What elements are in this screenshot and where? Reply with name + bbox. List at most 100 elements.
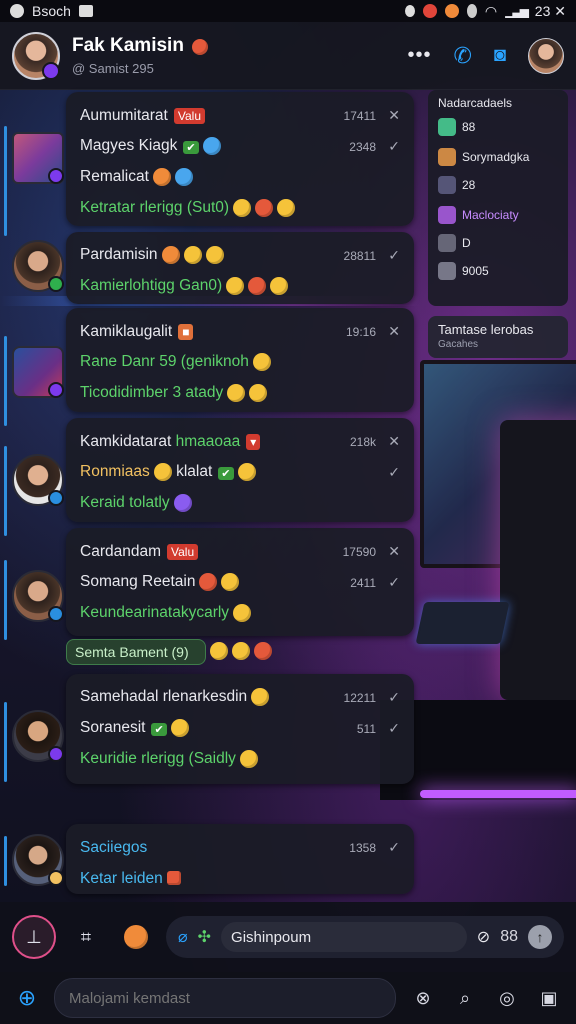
read-check-icon: ✓ [388, 720, 400, 736]
message-time: 28811 [343, 248, 376, 263]
contact-avatar[interactable] [12, 834, 64, 886]
contact-avatar[interactable] [12, 132, 64, 184]
chat-title[interactable]: Fak Kamisin [72, 35, 184, 56]
badge-icon [48, 746, 64, 762]
game-controller-icon[interactable]: ✣ [198, 927, 211, 947]
message-sender: Kamkidatarat [80, 432, 172, 450]
check-badge-icon: ✔ [183, 140, 199, 154]
message-bubble[interactable]: Saciiegos 1358 ✓ Ketar leiden [66, 824, 414, 894]
emoji-icon [210, 642, 228, 660]
side-popup-subtitle: Gacahes [438, 339, 479, 350]
read-check-icon: ✓ [388, 247, 400, 263]
gallery-icon[interactable]: ▣ [534, 983, 564, 1013]
check-badge-icon: ✔ [151, 722, 167, 736]
message-time: 511 [356, 721, 376, 736]
stats-icon[interactable]: ⊥ [12, 915, 56, 959]
message-bubble[interactable]: Pardamisin 28811 ✓ Kamierlohtigg Gan0) [66, 232, 414, 304]
message-text: Keuridie rlerigg (Saidly [80, 750, 236, 768]
side-panel-title: Nadarcadaels [438, 96, 513, 110]
emoji-icon [239, 750, 258, 769]
message-text: Magyes Kiagk [80, 137, 178, 155]
contact-avatar[interactable] [12, 240, 64, 292]
orange-badge-icon: ■ [178, 323, 194, 340]
status-right-text: 23 ✕ [534, 2, 566, 19]
message-input[interactable] [221, 922, 467, 952]
message-text: Keundearinatakycarly [80, 604, 230, 622]
message-time: 19:16 [345, 324, 376, 339]
send-icon[interactable]: ↑ [528, 925, 552, 949]
message-text: Kamierlohtigg Gan0) [80, 277, 223, 295]
emoji-icon [255, 199, 274, 218]
contact-avatar[interactable] [12, 710, 64, 762]
pin-icon[interactable]: ✕ [376, 543, 400, 560]
emoji-icon [199, 573, 218, 592]
phone-call-icon[interactable]: ✆ [453, 43, 471, 69]
profile-avatar[interactable] [528, 37, 564, 74]
emoji-icon [174, 168, 193, 187]
message-bubble[interactable]: Kamiklaugalit ■ 19:16 ✕ Rane Danr 59 (genik… [66, 308, 414, 412]
emoji-icon [270, 277, 289, 296]
emoji-red-icon [422, 4, 437, 18]
contact-avatar[interactable] [12, 570, 64, 622]
emoji-icon [170, 719, 189, 738]
emoji-icon [226, 277, 245, 296]
chat-header: Fak Kamisin @ Samist 295 ••• ✆ ◙ [0, 22, 576, 90]
status-left-text: Bsoch [32, 3, 71, 19]
search-input[interactable] [54, 978, 396, 1018]
camera-icon[interactable]: ◙ [494, 44, 506, 67]
more-options-icon[interactable]: ••• [407, 44, 431, 67]
pin-icon[interactable]: ✕ [376, 107, 400, 124]
badge-icon [48, 168, 64, 184]
message-bubble[interactable]: Cardandam Valu 17590 ✕ Somang Reetain 2411 ✓ … [66, 528, 414, 636]
side-panel: Nadarcadaels 88 Sorymadgka 28 Maclociaty… [428, 90, 568, 306]
side-panel-row[interactable]: 28 [438, 174, 558, 196]
message-sender: Saciiegos [80, 838, 148, 856]
header-avatar[interactable] [12, 31, 60, 80]
emoji-icon [202, 137, 221, 156]
crop-icon[interactable]: ⌗ [66, 917, 106, 957]
globe-icon[interactable]: ⊕ [12, 983, 42, 1013]
read-check-icon: ✓ [388, 574, 400, 590]
side-popup[interactable]: Tamtase lerobas Gacahes [428, 316, 568, 358]
pin-icon[interactable]: ✕ [376, 323, 400, 340]
side-panel-row-label: Maclociaty [462, 208, 519, 222]
emoji-icon [232, 642, 250, 660]
thread-indicator [4, 836, 7, 886]
emoji-icon [277, 199, 296, 218]
side-panel-row-label: 28 [462, 178, 476, 192]
emoji-icon [233, 199, 252, 218]
side-panel-row[interactable]: 88 [438, 116, 558, 138]
message-bubble[interactable]: Kamkidatarat hmaaoaa ▾ 218k ✕ Ronmiaas klal… [66, 418, 414, 522]
side-panel-row[interactable]: D [438, 232, 558, 254]
emoji-icon [227, 384, 246, 403]
side-panel-row[interactable]: Sorymadgka [438, 146, 558, 168]
message-text: Ketratar rlerigg (Sut0) [80, 199, 230, 217]
sticker-avatar-icon[interactable] [116, 917, 156, 957]
clear-icon[interactable]: ⊗ [408, 983, 438, 1013]
link-icon[interactable]: ⊘ [477, 927, 490, 947]
message-icon [78, 5, 93, 17]
message-bubble[interactable]: Aumumitarat Valu 17411 ✕ Magyes Kiagk ✔ 2348 ✓… [66, 92, 414, 226]
contact-avatar[interactable] [12, 346, 64, 398]
emoji-icon [254, 642, 272, 660]
pin-icon[interactable]: ✕ [376, 433, 400, 450]
grid-icon [438, 234, 456, 252]
message-time: 12211 [343, 690, 376, 705]
alarm-icon [466, 4, 477, 18]
media-label: Semta Bament (9) [75, 644, 189, 660]
side-panel-row[interactable]: 9005 [438, 260, 558, 282]
media-attachment[interactable]: Semta Bament (9) [66, 639, 206, 665]
status-badge: Valu [167, 543, 199, 560]
search-icon[interactable]: ⌕ [450, 983, 480, 1013]
message-text: Ticodidimber 3 atady [80, 384, 224, 402]
status-badge: Valu [173, 107, 206, 124]
camera-icon[interactable]: ◎ [492, 983, 522, 1013]
reaction-row [206, 642, 272, 660]
bottom-bar: ⊕ ⊗ ⌕ ◎ ▣ [0, 972, 576, 1024]
message-bubble[interactable]: Samehadal rlenarkesdin 12211 ✓ Soranesit ✔ 5… [66, 674, 414, 784]
attach-icon[interactable]: ⌀ [178, 927, 188, 947]
side-panel-row[interactable]: Maclociaty [438, 204, 558, 226]
contact-avatar[interactable] [12, 454, 64, 506]
message-text: Remalicat [80, 168, 149, 186]
message-time: 17590 [342, 544, 376, 559]
